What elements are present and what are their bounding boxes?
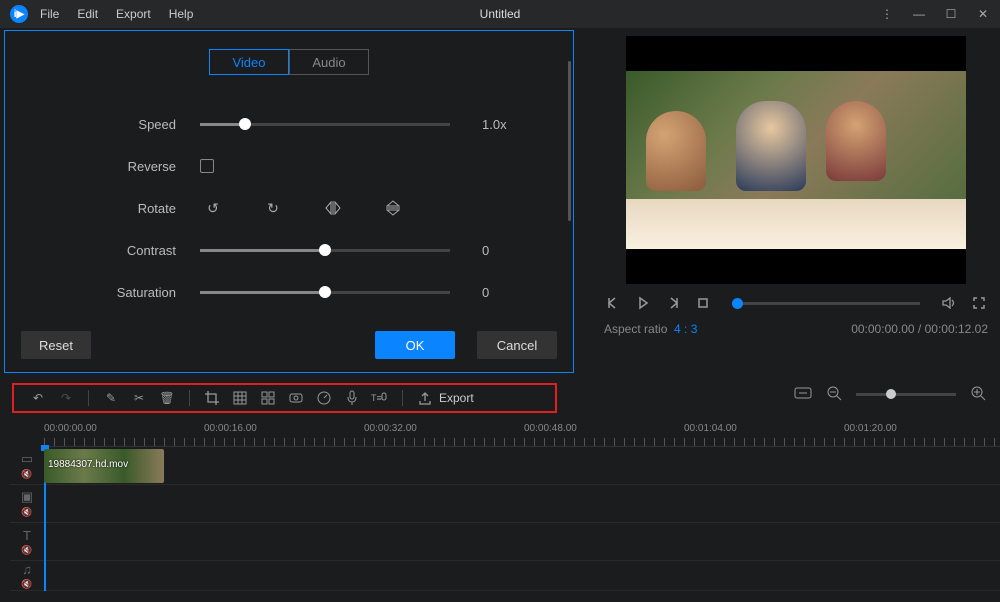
mute-icon[interactable]: 🔇	[21, 507, 32, 518]
more-icon[interactable]: ⋮	[880, 7, 894, 21]
pip-track-icon: ▣	[21, 489, 33, 505]
redo-icon[interactable]: ↷	[54, 386, 78, 410]
reverse-label: Reverse	[21, 159, 176, 174]
window-title: Untitled	[480, 7, 521, 21]
video-track-icon: ▭	[21, 451, 33, 467]
clip-filename: 19884307.hd.mov	[48, 459, 128, 470]
text-track-icon: T	[23, 528, 31, 543]
titlebar: i▶ File Edit Export Help Untitled ⋮ — ☐ …	[0, 0, 1000, 28]
reverse-checkbox[interactable]	[200, 159, 214, 173]
track-row-audio[interactable]: ♫🔇	[10, 561, 1000, 591]
preview-pane: Aspect ratio 4 : 3 00:00:00.00 / 00:00:1…	[574, 28, 1000, 373]
edit-toolbar: ↶ ↷ ✎ ✂ 🗑 T≡ Export	[12, 383, 557, 413]
delete-icon[interactable]: 🗑	[155, 386, 179, 410]
volume-icon[interactable]	[940, 294, 958, 312]
speed-icon[interactable]	[312, 386, 336, 410]
fit-icon[interactable]	[794, 386, 812, 403]
menu-edit[interactable]: Edit	[77, 7, 98, 21]
speed-slider[interactable]	[200, 123, 450, 126]
time-ruler[interactable]: 00:00:00.00 00:00:16.00 00:00:32.00 00:0…	[44, 419, 1000, 447]
tab-video[interactable]: Video	[209, 49, 289, 75]
contrast-value: 0	[482, 243, 489, 258]
next-frame-icon[interactable]	[664, 294, 682, 312]
stop-icon[interactable]	[694, 294, 712, 312]
track-row-pip[interactable]: ▣🔇	[10, 485, 1000, 523]
contrast-slider[interactable]	[200, 249, 450, 252]
flip-horizontal-icon[interactable]	[320, 197, 346, 219]
zoom-slider[interactable]	[856, 393, 956, 396]
fullscreen-icon[interactable]	[970, 294, 988, 312]
grid-icon[interactable]	[256, 386, 280, 410]
prev-frame-icon[interactable]	[604, 294, 622, 312]
mute-icon[interactable]: 🔇	[21, 545, 32, 556]
export-label[interactable]: Export	[439, 391, 474, 405]
minimize-icon[interactable]: —	[912, 7, 926, 21]
menu-export[interactable]: Export	[116, 7, 151, 21]
pencil-icon[interactable]: ✎	[99, 386, 123, 410]
panel-scrollbar[interactable]	[568, 61, 571, 221]
crop-icon[interactable]	[200, 386, 224, 410]
ruler-tick: 00:00:00.00	[44, 423, 97, 434]
saturation-value: 0	[482, 285, 489, 300]
ruler-tick: 00:01:20.00	[844, 423, 897, 434]
ruler-tick: 00:00:32.00	[364, 423, 417, 434]
tab-audio[interactable]: Audio	[289, 49, 369, 75]
playback-controls	[604, 294, 988, 312]
audio-track-icon: ♫	[22, 562, 32, 577]
play-icon[interactable]	[634, 294, 652, 312]
mute-icon[interactable]: 🔇	[21, 579, 32, 590]
close-icon[interactable]: ✕	[976, 7, 990, 21]
svg-text:T≡: T≡	[371, 393, 382, 403]
cancel-button[interactable]: Cancel	[477, 331, 557, 359]
preview-timecode: 00:00:00.00 / 00:00:12.02	[851, 322, 988, 336]
rotate-label: Rotate	[21, 201, 176, 216]
speed-label: Speed	[21, 117, 176, 132]
track-row-video[interactable]: ▭ 🔇 19884307.hd.mov	[10, 447, 1000, 485]
reset-button[interactable]: Reset	[21, 331, 91, 359]
contrast-label: Contrast	[21, 243, 176, 258]
rotate-cw-icon[interactable]: ↻	[260, 197, 286, 219]
ruler-tick: 00:00:48.00	[524, 423, 577, 434]
saturation-slider[interactable]	[200, 291, 450, 294]
speed-value: 1.0x	[482, 117, 507, 132]
undo-icon[interactable]: ↶	[26, 386, 50, 410]
ok-button[interactable]: OK	[375, 331, 455, 359]
preview-video[interactable]	[626, 36, 966, 284]
timeline-clip[interactable]: 19884307.hd.mov	[44, 449, 164, 483]
zoom-in-icon[interactable]	[970, 385, 986, 404]
saturation-label: Saturation	[21, 285, 176, 300]
maximize-icon[interactable]: ☐	[944, 7, 958, 21]
rotate-ccw-icon[interactable]: ↺	[200, 197, 226, 219]
menu-bar: File Edit Export Help	[40, 7, 193, 21]
app-logo-icon: i▶	[10, 5, 28, 23]
playback-progress[interactable]	[732, 302, 920, 305]
ruler-tick: 00:01:04.00	[684, 423, 737, 434]
cut-icon[interactable]: ✂	[127, 386, 151, 410]
ruler-tick: 00:00:16.00	[204, 423, 257, 434]
record-icon[interactable]	[284, 386, 308, 410]
timeline: 00:00:00.00 00:00:16.00 00:00:32.00 00:0…	[0, 417, 1000, 591]
export-icon[interactable]	[413, 386, 437, 410]
toolbar-area: ↶ ↷ ✎ ✂ 🗑 T≡ Export	[0, 373, 1000, 417]
track-row-text[interactable]: T🔇	[10, 523, 1000, 561]
video-settings-panel: Video Audio Speed 1.0x Reverse Rotate ↺ …	[4, 30, 574, 373]
aspect-ratio: Aspect ratio 4 : 3	[604, 322, 697, 336]
mic-icon[interactable]	[340, 386, 364, 410]
mosaic-icon[interactable]	[228, 386, 252, 410]
zoom-out-icon[interactable]	[826, 385, 842, 404]
preview-frame	[626, 71, 966, 249]
mute-icon[interactable]: 🔇	[21, 469, 32, 480]
menu-file[interactable]: File	[40, 7, 59, 21]
menu-help[interactable]: Help	[169, 7, 194, 21]
flip-vertical-icon[interactable]	[380, 197, 406, 219]
aspect-ratio-value[interactable]: 4 : 3	[674, 322, 697, 336]
text-to-speech-icon[interactable]: T≡	[368, 386, 392, 410]
